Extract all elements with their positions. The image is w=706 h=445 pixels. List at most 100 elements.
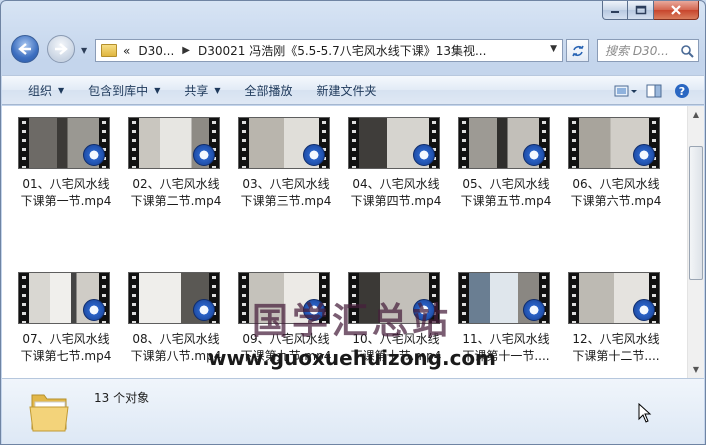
file-name-line: 下课第十二节.... [572, 349, 660, 363]
media-player-icon [193, 299, 215, 321]
film-strip [19, 118, 29, 168]
address-bar[interactable]: « D30... ▶ D30021 冯浩刚《5.5-5.7八宅风水线下课》13集… [95, 39, 563, 62]
film-strip [239, 118, 249, 168]
preview-pane-button[interactable] [640, 80, 668, 102]
breadcrumb-current[interactable]: D30021 冯浩刚《5.5-5.7八宅风水线下课》13集视... [198, 42, 486, 59]
search-icon[interactable] [680, 44, 694, 58]
minimize-button[interactable] [602, 1, 628, 20]
file-item[interactable]: 07、八宅风水线 下课第七节.mp4 [14, 272, 118, 365]
include-library-label: 包含到库中 [88, 83, 149, 98]
file-name: 08、八宅风水线 下课第八节.mp4 [124, 331, 228, 365]
organize-menu[interactable]: 组织 ▼ [2, 78, 76, 102]
file-name-line: 01、八宅风水线 [22, 177, 110, 191]
video-thumbnail [238, 117, 330, 169]
scroll-down-icon[interactable]: ▼ [688, 361, 704, 378]
file-name-line: 下课第六节.mp4 [570, 194, 662, 208]
file-item[interactable]: 04、八宅风水线 下课第四节.mp4 [344, 117, 448, 210]
video-thumbnail [128, 272, 220, 324]
file-name: 10、八宅风水线 下课第十节.mp4 [344, 331, 448, 365]
close-button[interactable] [654, 1, 699, 20]
video-thumbnail [18, 272, 110, 324]
film-strip [459, 273, 469, 323]
chevron-down-icon: ▼ [154, 85, 161, 95]
close-icon [671, 5, 681, 15]
file-name-line: 05、八宅风水线 [462, 177, 550, 191]
file-item[interactable]: 03、八宅风水线 下课第三节.mp4 [234, 117, 338, 210]
file-item[interactable]: 11、八宅风水线 下课第十一节.... [454, 272, 558, 365]
video-thumbnail [568, 117, 660, 169]
file-name-line: 12、八宅风水线 [572, 332, 660, 346]
file-item[interactable]: 08、八宅风水线 下课第八节.mp4 [124, 272, 228, 365]
file-item[interactable]: 06、八宅风水线 下课第六节.mp4 [564, 117, 668, 210]
video-thumbnail [458, 272, 550, 324]
play-all-button[interactable]: 全部播放 [233, 78, 305, 102]
file-name: 04、八宅风水线 下课第四节.mp4 [344, 176, 448, 210]
breadcrumb-parent[interactable]: D30... [138, 44, 174, 58]
file-name-line: 下课第七节.mp4 [20, 349, 112, 363]
film-strip [349, 273, 359, 323]
file-name-line: 08、八宅风水线 [132, 332, 220, 346]
media-player-icon [633, 144, 655, 166]
file-item[interactable]: 10、八宅风水线 下课第十节.mp4 [344, 272, 448, 365]
media-player-icon [303, 299, 325, 321]
maximize-button[interactable] [628, 1, 654, 20]
video-thumbnail [348, 272, 440, 324]
maximize-icon [635, 5, 646, 15]
back-arrow-icon [18, 43, 31, 55]
include-in-library-menu[interactable]: 包含到库中 ▼ [76, 78, 172, 102]
folder-icon [29, 394, 69, 432]
refresh-button[interactable] [566, 39, 589, 62]
help-button[interactable]: ? [668, 80, 696, 102]
film-strip [129, 273, 139, 323]
forward-arrow-icon [55, 43, 68, 55]
svg-text:?: ? [679, 85, 685, 98]
media-player-icon [413, 299, 435, 321]
recent-pages-dropdown[interactable]: ▼ [81, 46, 87, 55]
file-item[interactable]: 05、八宅风水线 下课第五节.mp4 [454, 117, 558, 210]
caption-buttons [602, 1, 699, 20]
search-placeholder: 搜索 D30... [605, 44, 669, 58]
file-name-line: 04、八宅风水线 [352, 177, 440, 191]
address-dropdown-icon[interactable]: ▼ [550, 44, 557, 54]
file-item[interactable]: 01、八宅风水线 下课第一节.mp4 [14, 117, 118, 210]
preview-pane-icon [646, 84, 662, 98]
media-player-icon [303, 144, 325, 166]
share-label: 共享 [184, 83, 209, 98]
video-thumbnail [128, 117, 220, 169]
scroll-up-icon[interactable]: ▲ [688, 106, 704, 123]
film-strip [459, 118, 469, 168]
view-options-button[interactable] [612, 80, 640, 102]
file-item[interactable]: 09、八宅风水线 下课第九节.mp4 [234, 272, 338, 365]
explorer-window: ▼ « D30... ▶ D30021 冯浩刚《5.5-5.7八宅风水线下课》1… [0, 0, 706, 445]
file-name-line: 下课第十节.mp4 [350, 349, 442, 363]
media-player-icon [523, 299, 545, 321]
item-count: 13 个对象 [94, 391, 150, 405]
breadcrumb-separator-icon[interactable]: ▶ [182, 45, 190, 56]
file-item[interactable]: 02、八宅风水线 下课第二节.mp4 [124, 117, 228, 210]
help-icon: ? [675, 84, 689, 98]
minimize-icon [611, 11, 619, 13]
vertical-scrollbar[interactable]: ▲ ▼ [687, 106, 704, 378]
navigation-bar: ▼ « D30... ▶ D30021 冯浩刚《5.5-5.7八宅风水线下课》1… [1, 31, 705, 67]
video-thumbnail [18, 117, 110, 169]
file-list[interactable]: 01、八宅风水线 下课第一节.mp4 02、八宅风水线 下课第二节.mp4 03、八宅风… [2, 106, 704, 378]
view-options-icon [614, 85, 637, 97]
address-overflow-chevron[interactable]: « [123, 44, 130, 58]
search-box[interactable]: 搜索 D30... [597, 39, 699, 62]
share-menu[interactable]: 共享 ▼ [172, 78, 232, 102]
back-button[interactable] [11, 35, 39, 63]
scroll-thumb[interactable] [689, 146, 703, 280]
file-name: 01、八宅风水线 下课第一节.mp4 [14, 176, 118, 210]
new-folder-button[interactable]: 新建文件夹 [305, 78, 389, 102]
forward-button[interactable] [47, 35, 75, 63]
cursor-icon [638, 403, 652, 423]
media-player-icon [633, 299, 655, 321]
file-name-line: 02、八宅风水线 [132, 177, 220, 191]
film-strip [349, 118, 359, 168]
file-name-line: 09、八宅风水线 [242, 332, 330, 346]
file-name-line: 下课第八节.mp4 [130, 349, 222, 363]
file-name-line: 下课第二节.mp4 [130, 194, 222, 208]
file-name-line: 下课第三节.mp4 [240, 194, 332, 208]
file-item[interactable]: 12、八宅风水线 下课第十二节.... [564, 272, 668, 365]
new-folder-label: 新建文件夹 [316, 83, 377, 98]
